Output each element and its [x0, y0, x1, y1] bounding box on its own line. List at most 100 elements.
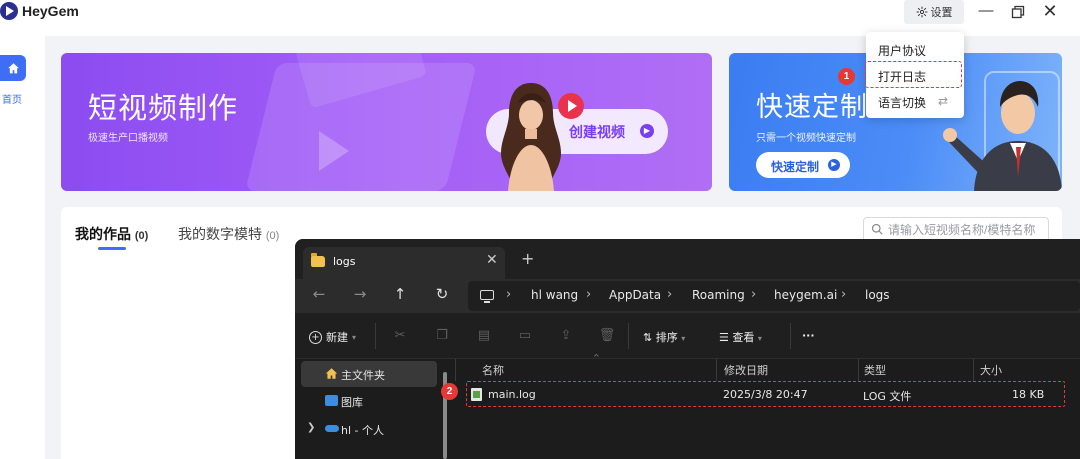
forward-arrow-icon[interactable]: → — [350, 285, 370, 303]
open-log-highlight — [865, 61, 962, 88]
cloud-icon — [325, 425, 339, 432]
breadcrumb-heygem[interactable]: heygem.ai — [774, 288, 837, 302]
chevron-down-icon: ▾ — [352, 332, 357, 342]
toolbar-divider — [628, 323, 629, 349]
explorer-toolbar: + 新建 ▾ ✂ ❐ ▤ ▭ ⇪ 🗑 ⇅ 排序 ▾ ☰ 查看 ▾ ··· — [295, 313, 1080, 359]
step-badge-2: 2 — [441, 383, 458, 400]
tab-my-models-count: (0) — [265, 230, 280, 242]
plus-circle-icon: + — [309, 330, 322, 344]
arrow-right-icon: ▶ — [640, 124, 654, 138]
column-divider — [973, 359, 974, 381]
quick-custom-label: 快速定制 — [771, 160, 820, 174]
active-tab-indicator — [98, 247, 126, 250]
sort-caret-icon: ^ — [593, 353, 600, 362]
paste-icon[interactable]: ▤ — [475, 328, 493, 343]
banner-quick-custom-subtitle: 只需一个视频快速定制 — [756, 133, 856, 144]
nav-item-gallery-label: 图库 — [341, 396, 363, 409]
column-header-size[interactable]: 大小 — [980, 362, 1002, 378]
copy-icon[interactable]: ❐ — [433, 328, 451, 343]
restore-icon[interactable] — [1008, 4, 1028, 20]
computer-icon — [480, 290, 494, 303]
view-list-icon: ☰ — [719, 331, 729, 344]
breadcrumb-logs[interactable]: logs — [865, 288, 890, 302]
tab-my-works-label: 我的作品 — [75, 226, 131, 242]
search-icon — [871, 223, 883, 235]
delete-icon[interactable]: 🗑 — [598, 328, 616, 343]
sidebar-item-home[interactable] — [0, 55, 26, 81]
file-list: ^ 名称 修改日期 类型 大小 main.log 2025/3/8 20:47 … — [455, 353, 1080, 459]
tab-my-models[interactable]: 我的数字模特 (0) — [178, 224, 279, 244]
rename-icon[interactable]: ▭ — [516, 328, 534, 343]
video-record-icon — [558, 93, 584, 119]
explorer-title-bar: logs ✕ + — [295, 239, 1080, 279]
column-header-type[interactable]: 类型 — [864, 362, 886, 378]
breadcrumb-user[interactable]: hl wang — [531, 288, 578, 302]
quick-custom-button[interactable]: 快速定制 ▶ — [756, 152, 850, 178]
play-decoration-icon — [319, 131, 349, 171]
column-divider — [716, 359, 717, 381]
home-folder-icon — [325, 368, 338, 379]
menu-item-language-switch[interactable]: 语言切换 — [878, 94, 926, 111]
sort-button-label: 排序 — [655, 331, 678, 344]
new-tab-icon[interactable]: + — [521, 249, 534, 268]
file-explorer-window: logs ✕ + ← → ↑ ↻ › hl wang › AppData › R… — [295, 239, 1080, 459]
view-button[interactable]: ☰ 查看 ▾ — [719, 329, 762, 345]
column-header-name[interactable]: 名称 — [482, 362, 504, 378]
view-button-label: 查看 — [732, 331, 755, 344]
nav-item-onedrive-label: hl - 个人 — [341, 424, 384, 437]
breadcrumb-roaming[interactable]: Roaming — [692, 288, 745, 302]
nav-item-home-folder[interactable]: 主文件夹 — [301, 361, 437, 387]
nav-item-onedrive[interactable]: ❯ hl - 个人 — [301, 416, 437, 442]
explorer-tab-title: logs — [333, 255, 356, 268]
new-button[interactable]: + 新建 ▾ — [309, 329, 356, 345]
chevron-right-icon[interactable]: ❯ — [307, 422, 315, 433]
tab-my-works-count: (0) — [134, 230, 149, 242]
explorer-tab-logs[interactable]: logs ✕ — [303, 247, 505, 279]
column-header-modified[interactable]: 修改日期 — [724, 362, 768, 378]
column-divider — [858, 359, 859, 381]
app-logo: HeyGem — [0, 2, 79, 20]
settings-label: 设置 — [930, 7, 953, 19]
back-arrow-icon[interactable]: ← — [309, 285, 329, 303]
nav-item-gallery[interactable]: 图库 — [301, 388, 437, 414]
up-arrow-icon[interactable]: ↑ — [390, 285, 410, 303]
tab-close-icon[interactable]: ✕ — [486, 252, 498, 268]
refresh-icon[interactable]: ↻ — [432, 285, 452, 303]
heygem-logo-icon — [0, 2, 18, 20]
chevron-down-icon: ▾ — [681, 334, 686, 343]
chevron-right-icon: › — [506, 287, 512, 302]
sort-button[interactable]: ⇅ 排序 ▾ — [643, 329, 685, 345]
banner-quick-custom-title: 快速定制 — [756, 92, 868, 122]
create-video-label: 创建视频 — [569, 124, 625, 140]
sort-icon: ⇅ — [643, 331, 653, 344]
cut-icon[interactable]: ✂ — [391, 328, 409, 343]
close-icon[interactable]: ✕ — [1040, 1, 1060, 22]
banner-short-video-subtitle: 极速生产口播视频 — [88, 133, 168, 144]
tab-my-models-label: 我的数字模特 — [178, 226, 262, 242]
female-avatar-image — [501, 83, 561, 191]
sidebar: 首页 — [0, 36, 45, 459]
menu-item-user-agreement[interactable]: 用户协议 — [878, 42, 926, 59]
banner-short-video[interactable]: 短视频制作 极速生产口播视频 创建视频 ▶ — [61, 53, 712, 191]
column-divider — [455, 359, 456, 381]
nav-item-home-folder-label: 主文件夹 — [341, 369, 385, 382]
explorer-navigation-pane: 主文件夹 图库 ❯ hl - 个人 — [295, 359, 455, 459]
home-icon — [7, 62, 19, 73]
settings-button[interactable]: 设置 — [904, 0, 964, 24]
tab-my-works[interactable]: 我的作品 (0) — [75, 224, 148, 244]
breadcrumb-appdata[interactable]: AppData — [609, 288, 661, 302]
more-options-button[interactable]: ··· — [802, 329, 815, 342]
gear-icon — [916, 6, 927, 18]
arrow-right-icon: ▶ — [828, 159, 840, 171]
explorer-navigation-bar: ← → ↑ ↻ › hl wang › AppData › Roaming › … — [295, 279, 1080, 313]
address-bar[interactable]: › hl wang › AppData › Roaming › heygem.a… — [468, 281, 1080, 311]
chevron-right-icon: › — [586, 287, 592, 302]
chevron-right-icon: › — [751, 287, 757, 302]
share-icon[interactable]: ⇪ — [557, 328, 575, 343]
search-input[interactable] — [888, 221, 1048, 239]
chevron-right-icon: › — [667, 287, 673, 302]
sidebar-item-home-label[interactable]: 首页 — [2, 91, 22, 106]
minimize-icon[interactable]: — — [976, 2, 996, 19]
app-name: HeyGem — [22, 3, 79, 19]
main-log-highlight — [466, 381, 1065, 407]
